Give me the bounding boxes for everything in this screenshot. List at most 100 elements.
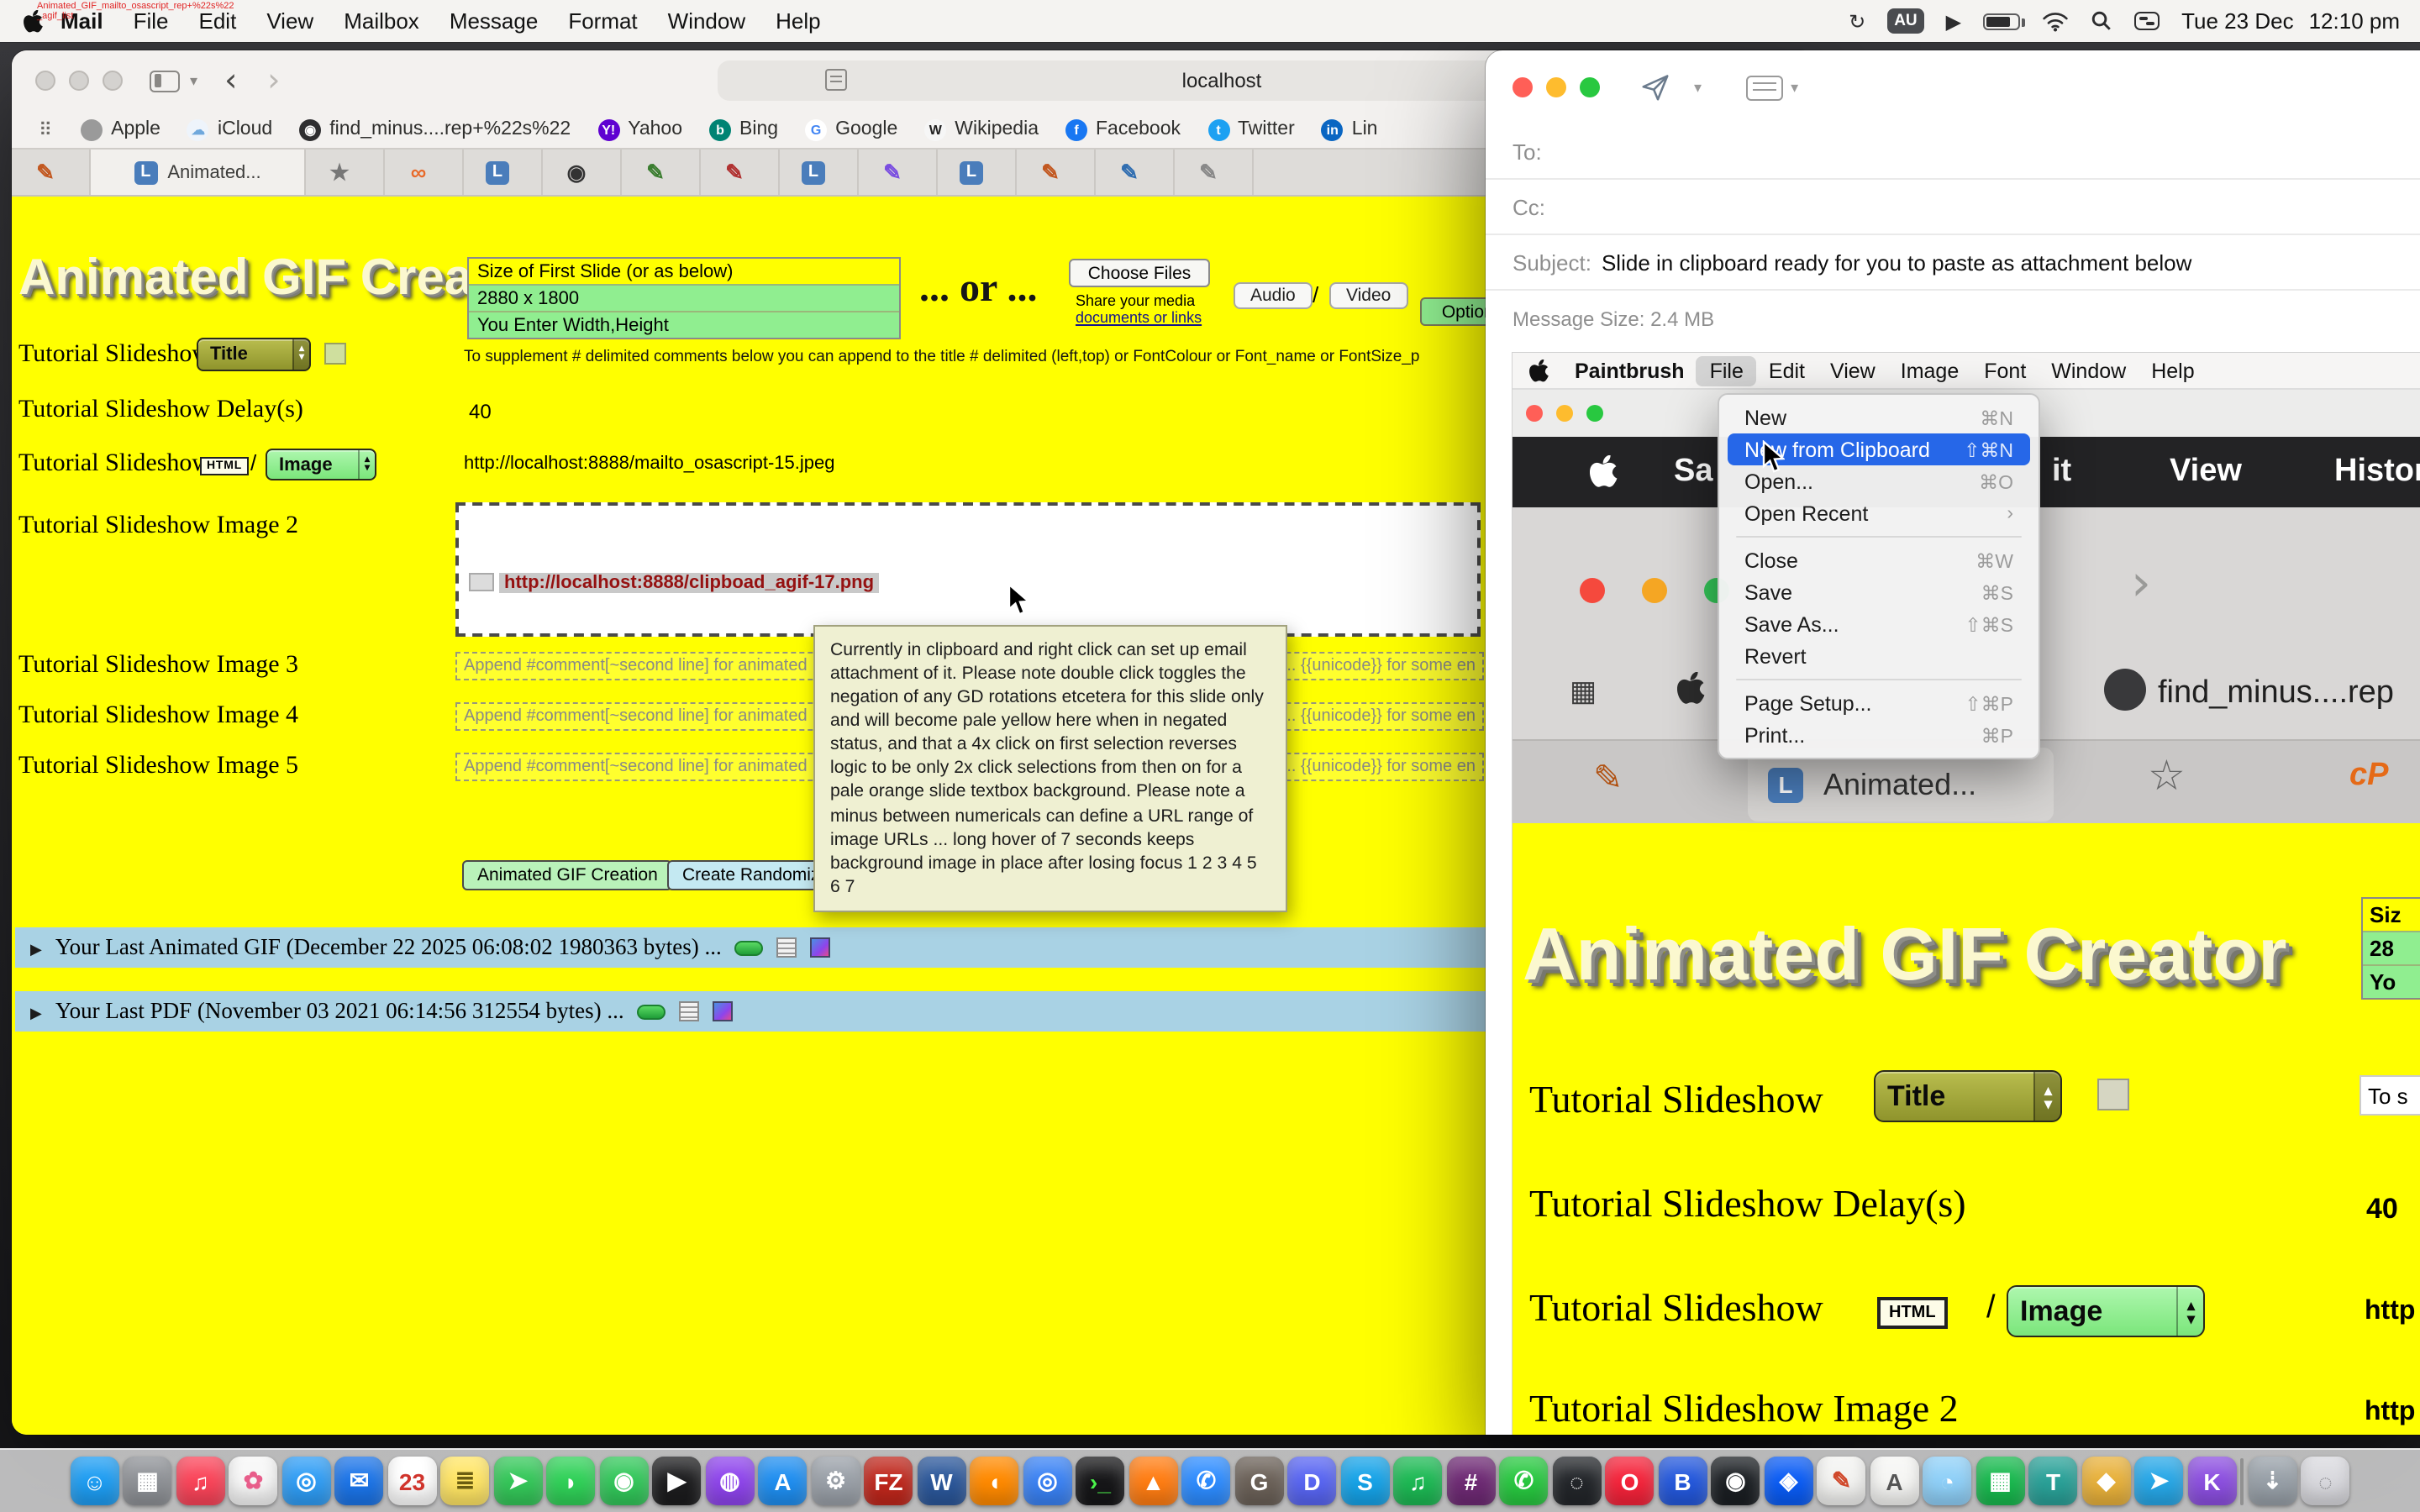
cc-field[interactable]: Cc:: [1486, 180, 2420, 235]
close-window-button[interactable]: [1512, 77, 1533, 97]
browser-tab[interactable]: ✎: [1175, 150, 1254, 195]
browser-tab[interactable]: L: [780, 150, 859, 195]
menubar-app-name[interactable]: Mail: [60, 8, 103, 34]
dock-icon[interactable]: ≣: [441, 1457, 490, 1505]
browser-tab[interactable]: ◉: [543, 150, 622, 195]
browser-tab[interactable]: L Animated...: [91, 150, 306, 195]
dock-icon[interactable]: ➤: [2135, 1457, 2184, 1505]
browser-tab[interactable]: ✎: [859, 150, 938, 195]
status-pill-icon[interactable]: [638, 1004, 666, 1019]
format-chevron-icon[interactable]: ▾: [1791, 78, 1798, 97]
dock-icon[interactable]: A: [759, 1457, 808, 1505]
dock-icon[interactable]: ▶: [653, 1457, 702, 1505]
dock-icon[interactable]: W: [918, 1457, 966, 1505]
bookmark-item[interactable]: G Google: [805, 118, 897, 140]
dock-icon[interactable]: ◌: [1553, 1457, 1602, 1505]
dock-icon[interactable]: ✆: [1182, 1457, 1231, 1505]
html-mode-chip[interactable]: HTML: [200, 457, 249, 475]
send-message-icon[interactable]: [1640, 72, 1670, 102]
bookmark-item[interactable]: ☁ iCloud: [187, 118, 272, 140]
zoom-window-button[interactable]: [1580, 77, 1600, 97]
dock-icon[interactable]: ☺: [71, 1457, 119, 1505]
browser-tab[interactable]: ★: [306, 150, 385, 195]
document-icon[interactable]: [777, 937, 797, 958]
dock-icon[interactable]: ◍: [706, 1457, 755, 1505]
bookmark-item[interactable]: Apple: [81, 118, 160, 140]
dock-icon[interactable]: [2241, 1457, 2244, 1504]
video-button[interactable]: Video: [1329, 282, 1407, 309]
menubar-item[interactable]: Message: [450, 8, 539, 34]
dock-icon[interactable]: D: [1288, 1457, 1337, 1505]
menubar-item[interactable]: View: [266, 8, 313, 34]
menubar-item[interactable]: Format: [568, 8, 637, 34]
dock-icon[interactable]: ›_: [1076, 1457, 1125, 1505]
menubar-item[interactable]: Window: [668, 8, 746, 34]
wifi-icon[interactable]: [2042, 11, 2069, 31]
dock-icon[interactable]: ◉: [1712, 1457, 1760, 1505]
photo-icon[interactable]: [713, 1001, 734, 1021]
dock-icon[interactable]: ◎: [282, 1457, 331, 1505]
dock-icon[interactable]: ✎: [1818, 1457, 1866, 1505]
dock-icon[interactable]: ⚙: [812, 1457, 860, 1505]
menubar-item[interactable]: File: [134, 8, 169, 34]
play-status-icon[interactable]: ▶: [1946, 9, 1961, 33]
slideshow-url-field[interactable]: http://localhost:8888/mailto_osascript-1…: [464, 454, 835, 474]
last-animated-gif-bar[interactable]: Your Last Animated GIF (December 22 2025…: [15, 927, 1504, 968]
dock-icon[interactable]: B: [1659, 1457, 1707, 1505]
last-pdf-bar[interactable]: Your Last PDF (November 03 2021 06:14:56…: [15, 991, 1504, 1032]
dock-icon[interactable]: ♫: [176, 1457, 225, 1505]
title-select[interactable]: Title: [197, 338, 311, 371]
color-swatch-button[interactable]: [324, 343, 346, 365]
browser-tab[interactable]: ✎: [622, 150, 701, 195]
apple-menu-icon[interactable]: [24, 9, 44, 33]
bookmark-item[interactable]: b Bing: [709, 118, 778, 140]
sidebar-chevron-icon[interactable]: ▾: [190, 71, 197, 90]
bookmark-item[interactable]: t Twitter: [1207, 118, 1295, 140]
dock-icon[interactable]: ♫: [1394, 1457, 1443, 1505]
attached-screenshot-image[interactable]: Paintbrush FileEditViewImageFontWindowHe…: [1512, 353, 2420, 1435]
clipboard-url-text[interactable]: http://localhost:8888/clipboad_agif-17.p…: [499, 573, 879, 593]
spotlight-search-icon[interactable]: [2091, 10, 2112, 32]
time-machine-icon[interactable]: ↻: [1849, 9, 1865, 33]
document-icon[interactable]: [680, 1001, 700, 1021]
dock-icon[interactable]: ◎: [1023, 1457, 1072, 1505]
image2-dropzone[interactable]: http://localhost:8888/clipboad_agif-17.p…: [455, 502, 1481, 637]
menubar-item[interactable]: Mailbox: [344, 8, 419, 34]
choose-files-button[interactable]: Choose Files: [1069, 259, 1210, 287]
menubar-item[interactable]: Edit: [199, 8, 237, 34]
control-center-icon[interactable]: [2134, 12, 2160, 30]
menubar-item[interactable]: Help: [776, 8, 821, 34]
subject-field[interactable]: Subject: Slide in clipboard ready for yo…: [1486, 235, 2420, 291]
browser-tab[interactable]: ✎: [1017, 150, 1096, 195]
back-button[interactable]: ‹: [224, 65, 237, 97]
first-slide-size-box[interactable]: Size of First Slide (or as below) 2880 x…: [467, 257, 901, 339]
bookmark-item[interactable]: Y! Yahoo: [597, 118, 682, 140]
dock-icon[interactable]: FZ: [865, 1457, 913, 1505]
bookmark-item[interactable]: in Lin: [1322, 118, 1378, 140]
share-media-link[interactable]: documents or links: [1076, 309, 1210, 326]
dock-icon[interactable]: ✆: [1500, 1457, 1549, 1505]
dock-icon[interactable]: O: [1606, 1457, 1655, 1505]
dock-icon[interactable]: ✿: [229, 1457, 278, 1505]
zoom-window-button[interactable]: [103, 71, 123, 91]
to-field[interactable]: To:: [1486, 124, 2420, 180]
dock-icon[interactable]: ◆: [2082, 1457, 2131, 1505]
disclosure-triangle-icon[interactable]: [30, 934, 42, 961]
browser-tab[interactable]: ✎: [12, 150, 91, 195]
photo-icon[interactable]: [811, 937, 831, 958]
format-bar-icon[interactable]: [1745, 75, 1782, 100]
dock-icon[interactable]: K: [2188, 1457, 2237, 1505]
dock-icon[interactable]: ◌: [2302, 1457, 2350, 1505]
browser-tab[interactable]: L: [938, 150, 1017, 195]
browser-tab[interactable]: L: [464, 150, 543, 195]
image-select[interactable]: Image: [266, 449, 376, 480]
forward-button[interactable]: ›: [267, 65, 280, 97]
dock-icon[interactable]: G: [1235, 1457, 1284, 1505]
animated-gif-creation-button[interactable]: Animated GIF Creation: [462, 860, 673, 890]
menubar-clock[interactable]: Tue 23 Dec 12:10 pm: [2181, 8, 2400, 34]
sidebar-toggle-icon[interactable]: [150, 70, 180, 92]
dock-icon[interactable]: ◔: [1923, 1457, 1972, 1505]
favorites-grid-icon[interactable]: ⠿: [39, 118, 54, 140]
browser-tab[interactable]: ∞: [385, 150, 464, 195]
size-box-value[interactable]: 2880 x 1800: [469, 284, 899, 311]
